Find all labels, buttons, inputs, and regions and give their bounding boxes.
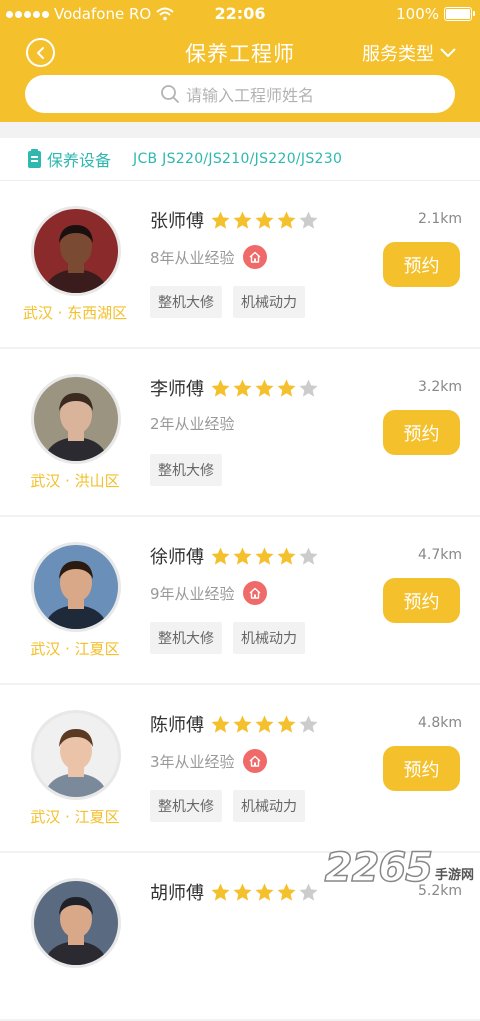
engineer-card[interactable]: 武汉 · 洪山区 李师傅 3.2km 2年从业经验 整机大修 预约 (0, 349, 480, 517)
skill-tag: 整机大修 (150, 286, 222, 318)
book-button[interactable]: 预约 (383, 242, 460, 287)
engineer-experience: 2年从业经验 (150, 415, 235, 433)
engineer-distance: 4.8km (417, 715, 462, 731)
skill-tag: 机械动力 (233, 286, 305, 318)
home-icon (242, 245, 267, 269)
engineer-location: 武汉 · 江夏区 (30, 640, 120, 658)
star-icon (211, 547, 230, 565)
skill-tags: 整机大修 机械动力 (150, 622, 305, 654)
engineer-name: 胡师傅 (150, 883, 204, 904)
header: Vodafone RO 22:06 100% 保养工程师 服务类型 请输入工程师… (0, 0, 480, 122)
engineer-list: 武汉 · 东西湖区 张师傅 2.1km 8年从业经验 整机大修 机械动力 预约 武… (0, 181, 480, 1021)
star-icon (277, 883, 296, 901)
rating-stars (210, 546, 319, 567)
skill-tag: 机械动力 (233, 790, 305, 822)
engineer-distance: 4.7km (417, 547, 462, 563)
book-button[interactable]: 预约 (383, 410, 460, 455)
home-icon (242, 749, 267, 773)
star-icon (233, 379, 252, 397)
watermark-text: 手游网 (434, 868, 474, 883)
avatar (31, 542, 121, 632)
star-icon (299, 547, 318, 565)
skill-tag: 整机大修 (150, 622, 222, 654)
avatar (31, 206, 121, 296)
battery-percent: 100% (396, 5, 439, 23)
avatar (31, 374, 121, 464)
skill-tags: 整机大修 机械动力 (150, 286, 305, 318)
status-bar: Vodafone RO 22:06 100% (0, 0, 480, 28)
engineer-card[interactable]: 武汉 · 江夏区 徐师傅 4.7km 9年从业经验 整机大修 机械动力 预约 (0, 517, 480, 685)
home-icon (242, 581, 267, 605)
device-icon (28, 149, 41, 168)
engineer-name: 陈师傅 (150, 715, 204, 736)
star-icon (277, 547, 296, 565)
engineer-experience: 9年从业经验 (150, 584, 235, 603)
engineer-name: 李师傅 (150, 379, 204, 400)
avatar (31, 710, 121, 800)
star-icon (277, 715, 296, 733)
rating-stars (210, 882, 319, 903)
engineer-name: 张师傅 (150, 211, 204, 232)
star-icon (211, 883, 230, 901)
engineer-card[interactable]: 武汉 · 江夏区 陈师傅 4.8km 3年从业经验 整机大修 机械动力 预约 (0, 685, 480, 853)
engineer-experience: 8年从业经验 (150, 248, 235, 267)
engineer-location: 武汉 · 东西湖区 (22, 304, 128, 322)
service-type-label: 服务类型 (362, 44, 434, 65)
star-icon (233, 547, 252, 565)
star-icon (255, 715, 274, 733)
book-button[interactable]: 预约 (383, 746, 460, 791)
star-icon (299, 715, 318, 733)
star-icon (299, 379, 318, 397)
star-icon (299, 883, 318, 901)
engineer-distance: 2.1km (417, 211, 462, 227)
engineer-location: 武汉 · 洪山区 (30, 472, 120, 490)
watermark-number: 2265 (324, 844, 434, 892)
star-icon (299, 211, 318, 229)
service-type-dropdown[interactable]: 服务类型 (362, 40, 456, 66)
book-button[interactable]: 预约 (383, 578, 460, 623)
engineer-distance: 3.2km (417, 379, 462, 395)
engineer-location: 武汉 · 江夏区 (30, 808, 120, 826)
chevron-down-icon (440, 48, 456, 57)
skill-tag: 整机大修 (150, 454, 222, 486)
star-icon (233, 715, 252, 733)
nav-bar: 保养工程师 服务类型 (0, 34, 480, 70)
watermark: 2265 手游网 (324, 844, 474, 892)
search-placeholder: 请输入工程师姓名 (185, 86, 314, 105)
avatar (31, 878, 121, 968)
skill-tag: 机械动力 (233, 622, 305, 654)
star-icon (255, 379, 274, 397)
equipment-models: JCB JS220/JS210/JS220/JS230 (133, 151, 343, 167)
skill-tag: 整机大修 (150, 790, 222, 822)
skill-tags: 整机大修 机械动力 (150, 790, 305, 822)
engineer-card[interactable]: 武汉 · 东西湖区 张师傅 2.1km 8年从业经验 整机大修 机械动力 预约 (0, 181, 480, 349)
star-icon (211, 211, 230, 229)
engineer-name: 徐师傅 (150, 547, 204, 568)
star-icon (255, 547, 274, 565)
engineer-experience: 3年从业经验 (150, 752, 235, 771)
star-icon (233, 211, 252, 229)
equipment-bar: 保养设备 JCB JS220/JS210/JS220/JS230 (0, 138, 480, 181)
star-icon (255, 883, 274, 901)
rating-stars (210, 210, 319, 231)
rating-stars (210, 378, 319, 399)
search-bar[interactable]: 请输入工程师姓名 (25, 75, 455, 113)
star-icon (277, 379, 296, 397)
star-icon (211, 379, 230, 397)
search-icon (161, 85, 179, 103)
equipment-label: 保养设备 (47, 151, 112, 170)
battery-icon (444, 7, 475, 21)
skill-tags: 整机大修 (150, 454, 222, 486)
star-icon (255, 211, 274, 229)
rating-stars (210, 714, 319, 735)
star-icon (277, 211, 296, 229)
star-icon (211, 715, 230, 733)
star-icon (233, 883, 252, 901)
